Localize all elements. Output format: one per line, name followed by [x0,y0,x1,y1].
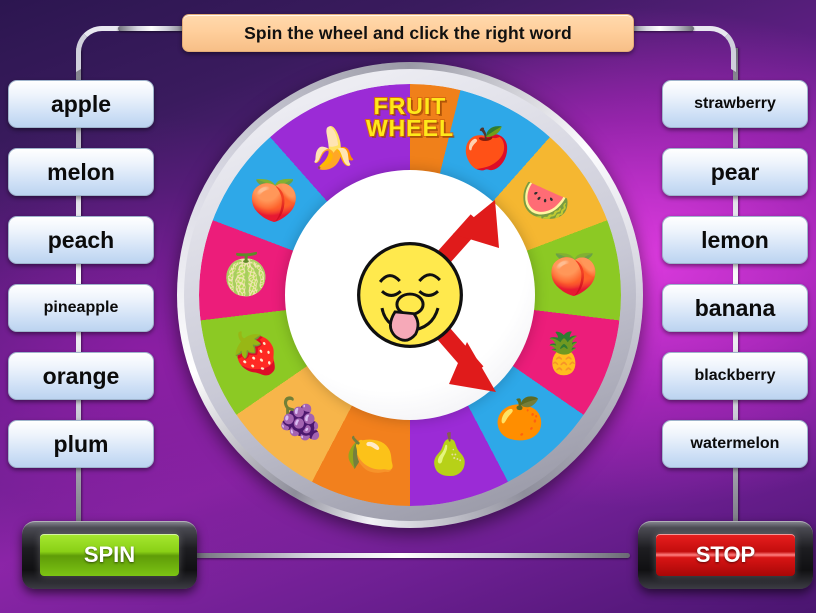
rail-top-right [628,26,694,31]
word-list-right: strawberry pear lemon banana blackberry water… [662,80,808,488]
word-button-strawberry[interactable]: strawberry [662,80,808,128]
wheel-fruit-blackberry: 🍇 [275,396,326,441]
word-button-watermelon[interactable]: watermelon [662,420,808,468]
stop-button-label: STOP [656,534,795,576]
word-button-pineapple[interactable]: pineapple [8,284,154,332]
rail-bottom [190,553,630,558]
wheel-fruit-pineapple: 🍍 [539,331,590,376]
rail-top-left [118,26,188,31]
wheel-fruit-orange: 🍊 [494,396,545,441]
word-button-orange[interactable]: orange [8,352,154,400]
word-button-lemon[interactable]: lemon [662,216,808,264]
word-button-label: watermelon [690,435,780,452]
spin-button[interactable]: SPIN [22,521,197,589]
stop-button[interactable]: STOP [638,521,813,589]
wheel-fruit-pear: 🍐 [424,433,475,478]
word-button-banana[interactable]: banana [662,284,808,332]
word-button-label: blackberry [694,367,776,384]
word-button-blackberry[interactable]: blackberry [662,352,808,400]
wheel-fruit-lemon: 🍋 [345,433,396,478]
word-button-label: banana [694,294,776,321]
word-button-peach[interactable]: peach [8,216,154,264]
word-button-label: apple [50,90,112,117]
word-button-label: peach [47,226,115,253]
page-title: Spin the wheel and click the right word [182,14,634,52]
word-button-label: melon [47,158,115,185]
word-button-label: pineapple [43,299,119,316]
word-button-label: lemon [701,226,769,253]
word-list-left: apple melon peach pineapple orange plum [8,80,154,488]
word-button-pear[interactable]: pear [662,148,808,196]
wheel-fruit-watermelon: 🍉 [520,179,571,224]
word-button-melon[interactable]: melon [8,148,154,196]
wheel-fruit-melon: 🍈 [221,253,272,298]
word-button-plum[interactable]: plum [8,420,154,468]
word-button-label: pear [710,158,760,185]
spin-button-label: SPIN [40,534,179,576]
word-button-apple[interactable]: apple [8,80,154,128]
page-title-text: Spin the wheel and click the right word [244,22,572,43]
smiley-icon [357,242,463,348]
wheel-fruit-plum: 🍑 [249,179,300,224]
rail-corner-top-left [76,26,122,72]
word-button-label: plum [53,430,109,457]
wheel-logo: FRUIT WHEEL [335,94,485,141]
wheel-fruit-strawberry: 🍓 [230,331,281,376]
wheel-logo-line2: WHEEL [365,114,455,141]
rail-corner-top-right [690,26,736,72]
word-button-label: orange [42,362,120,389]
word-button-label: strawberry [694,95,776,112]
fruit-wheel[interactable]: 🍎 🍉 🍑 🍍 🍊 🍐 🍋 🍇 🍓 🍈 🍑 🍌 FRUIT WHEEL [177,62,643,528]
wheel-fruit-peach: 🍑 [548,253,599,298]
